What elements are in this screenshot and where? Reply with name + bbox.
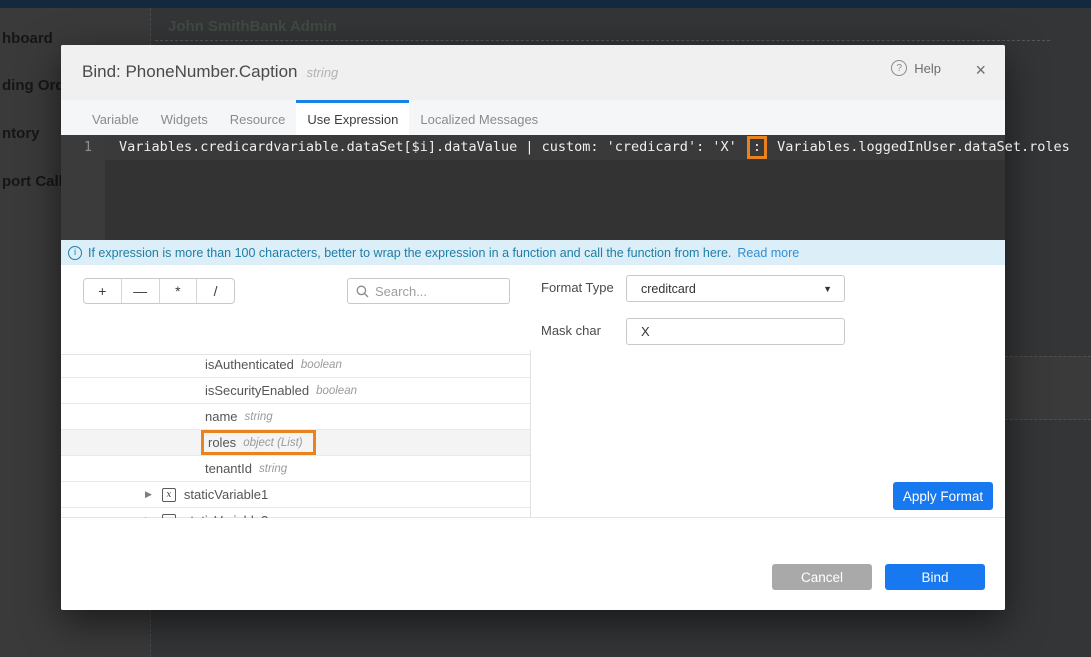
tree-item-type: object (List): [243, 437, 302, 449]
expression-highlighted-token: :: [747, 136, 767, 159]
editor-gutter: 1: [61, 135, 105, 240]
format-type-value: creditcard: [641, 282, 696, 296]
tree-item-label: staticVariable1: [184, 487, 268, 502]
tree-item-roles-selected[interactable]: roles object (List): [61, 430, 530, 456]
apply-format-button[interactable]: Apply Format: [893, 482, 993, 510]
expression-info-bar: i If expression is more than 100 charact…: [61, 240, 1005, 265]
help-label: Help: [914, 61, 941, 76]
expression-editor[interactable]: 1 Variables.credicardvariable.dataSet[$i…: [61, 135, 1005, 240]
panel-divider: [530, 350, 531, 518]
sidebar-item-inventory[interactable]: ntory: [2, 125, 40, 142]
plus-operator-button[interactable]: +: [84, 279, 122, 303]
expand-caret-icon[interactable]: ▶: [145, 489, 152, 500]
format-type-label: Format Type: [541, 280, 614, 295]
tab-resource[interactable]: Resource: [219, 100, 297, 135]
format-type-select[interactable]: creditcard ▼: [626, 275, 845, 302]
variable-icon: x: [162, 514, 176, 519]
mask-char-input[interactable]: [626, 318, 845, 345]
background-divider: [155, 40, 1050, 41]
dialog-title: Bind: PhoneNumber.Caption string: [82, 62, 338, 82]
tab-widgets[interactable]: Widgets: [150, 100, 219, 135]
tree-item-label: name: [205, 409, 238, 424]
dialog-title-text: Bind: PhoneNumber.Caption: [82, 62, 297, 81]
dialog-title-type: string: [306, 65, 338, 80]
tab-localized-messages[interactable]: Localized Messages: [409, 100, 549, 135]
tree-item-staticvariable1[interactable]: ▶ x staticVariable1: [61, 482, 530, 508]
search-icon: [356, 285, 369, 298]
tab-variable[interactable]: Variable: [81, 100, 150, 135]
tree-item-label: roles: [208, 435, 236, 450]
tree-item-staticvariable2[interactable]: ▶ x staticVariable2: [61, 508, 530, 518]
dialog-tab-bar: Variable Widgets Resource Use Expression…: [61, 100, 1005, 135]
variable-tree[interactable]: isAuthenticated boolean isSecurityEnable…: [61, 354, 530, 518]
roles-highlight-box: roles object (List): [201, 430, 316, 455]
info-text: If expression is more than 100 character…: [88, 246, 731, 260]
expression-before: Variables.credicardvariable.dataSet[$i].…: [119, 139, 745, 155]
info-icon: i: [68, 246, 82, 260]
divide-operator-button[interactable]: /: [197, 279, 234, 303]
search-input[interactable]: [375, 284, 485, 299]
multiply-operator-button[interactable]: *: [160, 279, 198, 303]
chevron-down-icon: ▼: [823, 284, 832, 294]
tree-item-name[interactable]: name string: [61, 404, 530, 430]
variable-icon: x: [162, 488, 176, 502]
tree-item-type: boolean: [316, 385, 357, 397]
dialog-body: + — * / isAuthenticated boolean isSecuri…: [61, 265, 1005, 518]
cancel-button[interactable]: Cancel: [772, 564, 872, 590]
tree-item-type: string: [259, 463, 287, 475]
tree-item-issecurityenabled[interactable]: isSecurityEnabled boolean: [61, 378, 530, 404]
dialog-footer: Cancel Bind: [61, 541, 1005, 610]
tree-item-type: boolean: [301, 359, 342, 371]
line-number: 1: [61, 135, 105, 160]
expand-caret-icon[interactable]: ▶: [145, 515, 152, 518]
tree-item-label: staticVariable2: [184, 513, 268, 518]
tree-search[interactable]: [347, 278, 510, 304]
expression-line[interactable]: Variables.credicardvariable.dataSet[$i].…: [105, 135, 1005, 160]
help-button[interactable]: ? Help: [891, 60, 941, 76]
mask-char-label: Mask char: [541, 323, 601, 338]
minus-operator-button[interactable]: —: [122, 279, 160, 303]
expression-after: Variables.loggedInUser.dataSet.roles: [769, 139, 1070, 155]
help-icon: ?: [891, 60, 907, 76]
bind-dialog: Bind: PhoneNumber.Caption string ? Help ×…: [61, 45, 1005, 610]
tree-item-isauthenticated[interactable]: isAuthenticated boolean: [61, 354, 530, 378]
tree-item-label: tenantId: [205, 461, 252, 476]
bind-button[interactable]: Bind: [885, 564, 985, 590]
dialog-header: Bind: PhoneNumber.Caption string ? Help ×: [61, 45, 1005, 100]
operator-button-group: + — * /: [83, 278, 235, 304]
tree-item-type: string: [245, 411, 273, 423]
tree-item-label: isSecurityEnabled: [205, 383, 309, 398]
tab-use-expression[interactable]: Use Expression: [296, 100, 409, 135]
app-top-bar: [0, 0, 1091, 8]
read-more-link[interactable]: Read more: [737, 246, 799, 260]
background-widget-band: [1005, 356, 1091, 420]
background-page-heading: John SmithBank Admin: [168, 18, 337, 35]
sidebar-item-dashboard[interactable]: hboard: [2, 30, 53, 47]
close-icon[interactable]: ×: [975, 61, 986, 79]
tree-item-tenantid[interactable]: tenantId string: [61, 456, 530, 482]
tree-item-label: isAuthenticated: [205, 357, 294, 372]
